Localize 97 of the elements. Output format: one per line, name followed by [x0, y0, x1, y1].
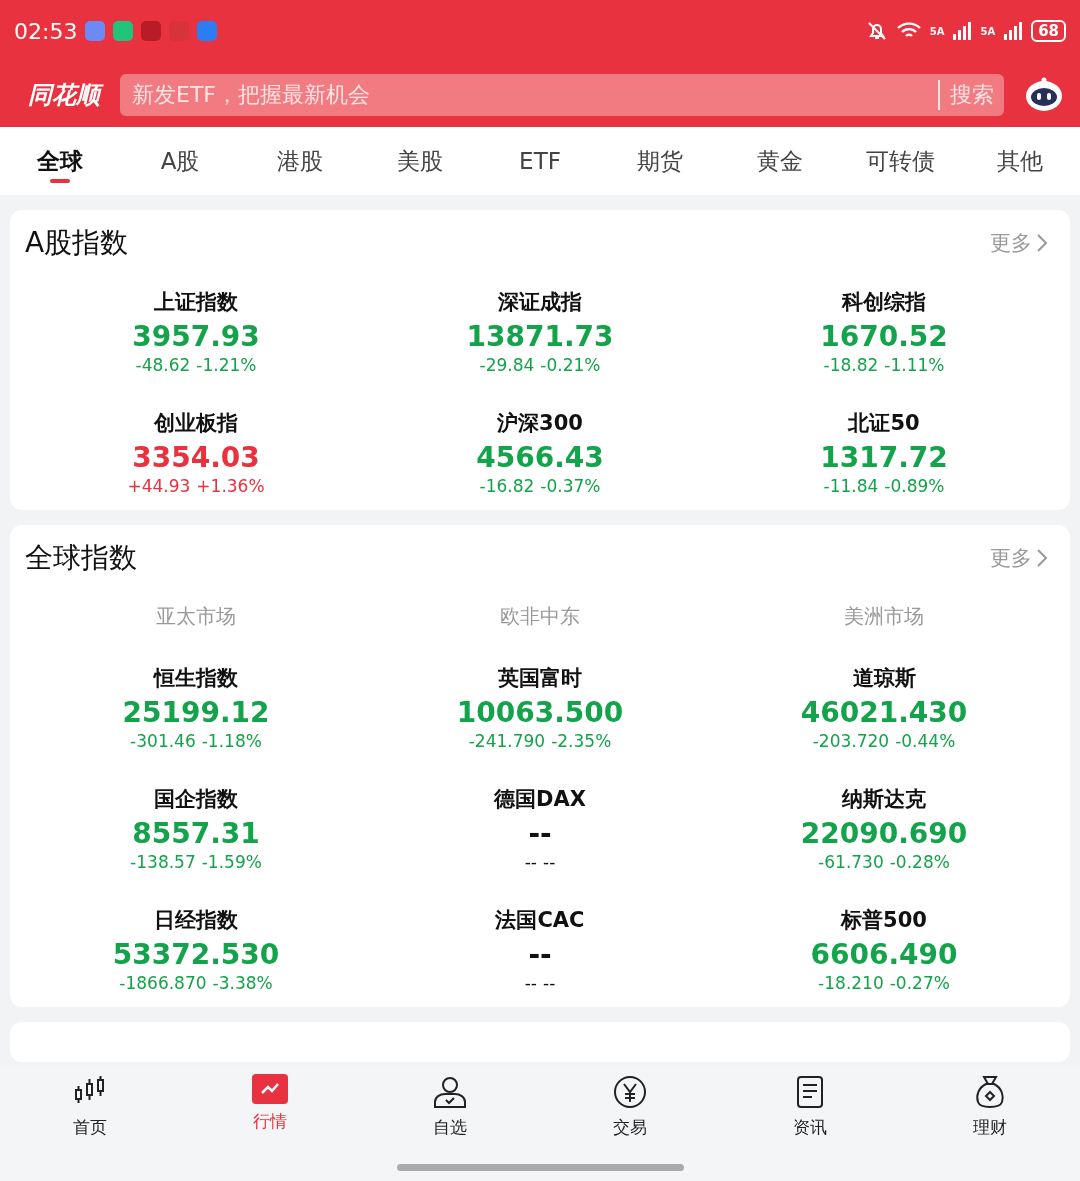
index-percent: -0.21%: [540, 355, 601, 375]
index-name[interactable]: 纳斯达克: [842, 785, 926, 813]
region-label: 欧非中东: [499, 603, 581, 630]
index-change: --: [524, 852, 537, 872]
person-icon: [432, 1074, 468, 1110]
network-label: 5A: [929, 25, 945, 37]
section-title: 全球指数: [24, 540, 137, 576]
index-percent: -0.44%: [895, 731, 956, 751]
index-name[interactable]: 日经指数: [154, 906, 238, 934]
nav-item[interactable]: 行情: [180, 1073, 360, 1134]
index-percent: -0.37%: [540, 476, 601, 496]
index-price: 13871.73: [466, 320, 614, 353]
index-name[interactable]: 标普500: [841, 906, 927, 934]
market-tab[interactable]: 港股: [240, 127, 360, 195]
index-change: -11.84: [823, 476, 879, 496]
market-tab[interactable]: 期货: [600, 127, 720, 195]
index-change: -61.730: [818, 852, 884, 872]
index-name[interactable]: 德国DAX: [494, 785, 586, 813]
index-name[interactable]: 深证成指: [498, 288, 582, 316]
index-percent: -1.59%: [201, 852, 262, 872]
index-percent: --: [543, 973, 556, 993]
nav-item[interactable]: 交易: [540, 1073, 720, 1140]
chevron-right-icon: [1036, 548, 1048, 568]
index-price: 22090.690: [800, 817, 968, 850]
nav-item[interactable]: 资讯: [720, 1073, 900, 1140]
index-price: --: [528, 817, 552, 850]
index-change: -18.82: [823, 355, 879, 375]
market-tab[interactable]: 可转债: [840, 127, 960, 195]
index-percent: -0.89%: [884, 476, 945, 496]
section-title: A股指数: [24, 225, 129, 261]
signal-icon: [1003, 21, 1024, 41]
market-tab[interactable]: A股: [120, 127, 240, 195]
index-change: -18.210: [818, 973, 884, 993]
region-label: 美洲市场: [843, 603, 925, 630]
index-change: -301.46: [130, 731, 196, 751]
market-tab[interactable]: 黄金: [720, 127, 840, 195]
index-price: 10063.500: [456, 696, 624, 729]
app-icon: [113, 21, 134, 41]
index-change: -1866.870: [119, 973, 207, 993]
index-name[interactable]: 北证50: [848, 409, 920, 437]
index-percent: -0.28%: [889, 852, 950, 872]
index-name[interactable]: 创业板指: [154, 409, 238, 437]
index-percent: -3.38%: [212, 973, 273, 993]
index-change: -29.84: [479, 355, 535, 375]
index-percent: -1.11%: [884, 355, 945, 375]
index-name[interactable]: 法国CAC: [495, 906, 585, 934]
index-percent: -2.35%: [551, 731, 612, 751]
index-price: 3354.03: [132, 441, 260, 474]
nav-item[interactable]: 首页: [0, 1073, 180, 1140]
chart-icon: [252, 1074, 288, 1104]
index-price: 1317.72: [820, 441, 948, 474]
index-name[interactable]: 国企指数: [154, 785, 238, 813]
index-name[interactable]: 科创综指: [842, 288, 926, 316]
index-price: 4566.43: [476, 441, 604, 474]
robot-icon[interactable]: [1024, 76, 1064, 113]
index-price: 46021.430: [800, 696, 968, 729]
nav-item[interactable]: 理财: [900, 1073, 1080, 1140]
index-change: --: [524, 973, 537, 993]
index-change: -241.790: [468, 731, 546, 751]
index-percent: -0.27%: [889, 973, 950, 993]
signal-icon: [952, 21, 973, 41]
nav-item[interactable]: 自选: [360, 1073, 540, 1140]
index-change: -16.82: [479, 476, 535, 496]
index-name[interactable]: 沪深300: [497, 409, 583, 437]
yen-icon: [612, 1074, 648, 1110]
index-name[interactable]: 上证指数: [154, 288, 238, 316]
index-price: 53372.530: [112, 938, 280, 971]
index-percent: --: [543, 852, 556, 872]
index-change: -48.62: [135, 355, 191, 375]
chevron-right-icon: [1036, 233, 1048, 253]
index-name[interactable]: 英国富时: [498, 664, 582, 692]
app-icon: [85, 21, 106, 41]
app-icon: [197, 21, 218, 41]
index-price: 1670.52: [820, 320, 948, 353]
index-change: -138.57: [130, 852, 196, 872]
index-price: 3957.93: [132, 320, 260, 353]
index-percent: -1.18%: [201, 731, 262, 751]
index-price: --: [528, 938, 552, 971]
battery-indicator: 68: [1031, 20, 1066, 42]
region-label: 亚太市场: [155, 603, 237, 630]
market-tab[interactable]: 其他: [960, 127, 1080, 195]
app-icon: [141, 21, 162, 41]
index-price: 8557.31: [132, 817, 260, 850]
mute-bell-icon: [865, 20, 888, 42]
index-name[interactable]: 道琼斯: [852, 664, 916, 692]
index-name[interactable]: 恒生指数: [154, 664, 238, 692]
market-tab[interactable]: 全球: [0, 127, 120, 195]
index-change: +44.93: [127, 476, 191, 496]
index-price: 6606.490: [810, 938, 958, 971]
status-time: 02:53: [14, 18, 78, 44]
network-label: 5A: [980, 25, 996, 37]
index-price: 25199.12: [122, 696, 270, 729]
market-tab[interactable]: ETF: [480, 127, 600, 195]
index-change: -203.720: [812, 731, 890, 751]
market-tab[interactable]: 美股: [360, 127, 480, 195]
index-percent: +1.36%: [196, 476, 265, 496]
index-percent: -1.21%: [196, 355, 257, 375]
